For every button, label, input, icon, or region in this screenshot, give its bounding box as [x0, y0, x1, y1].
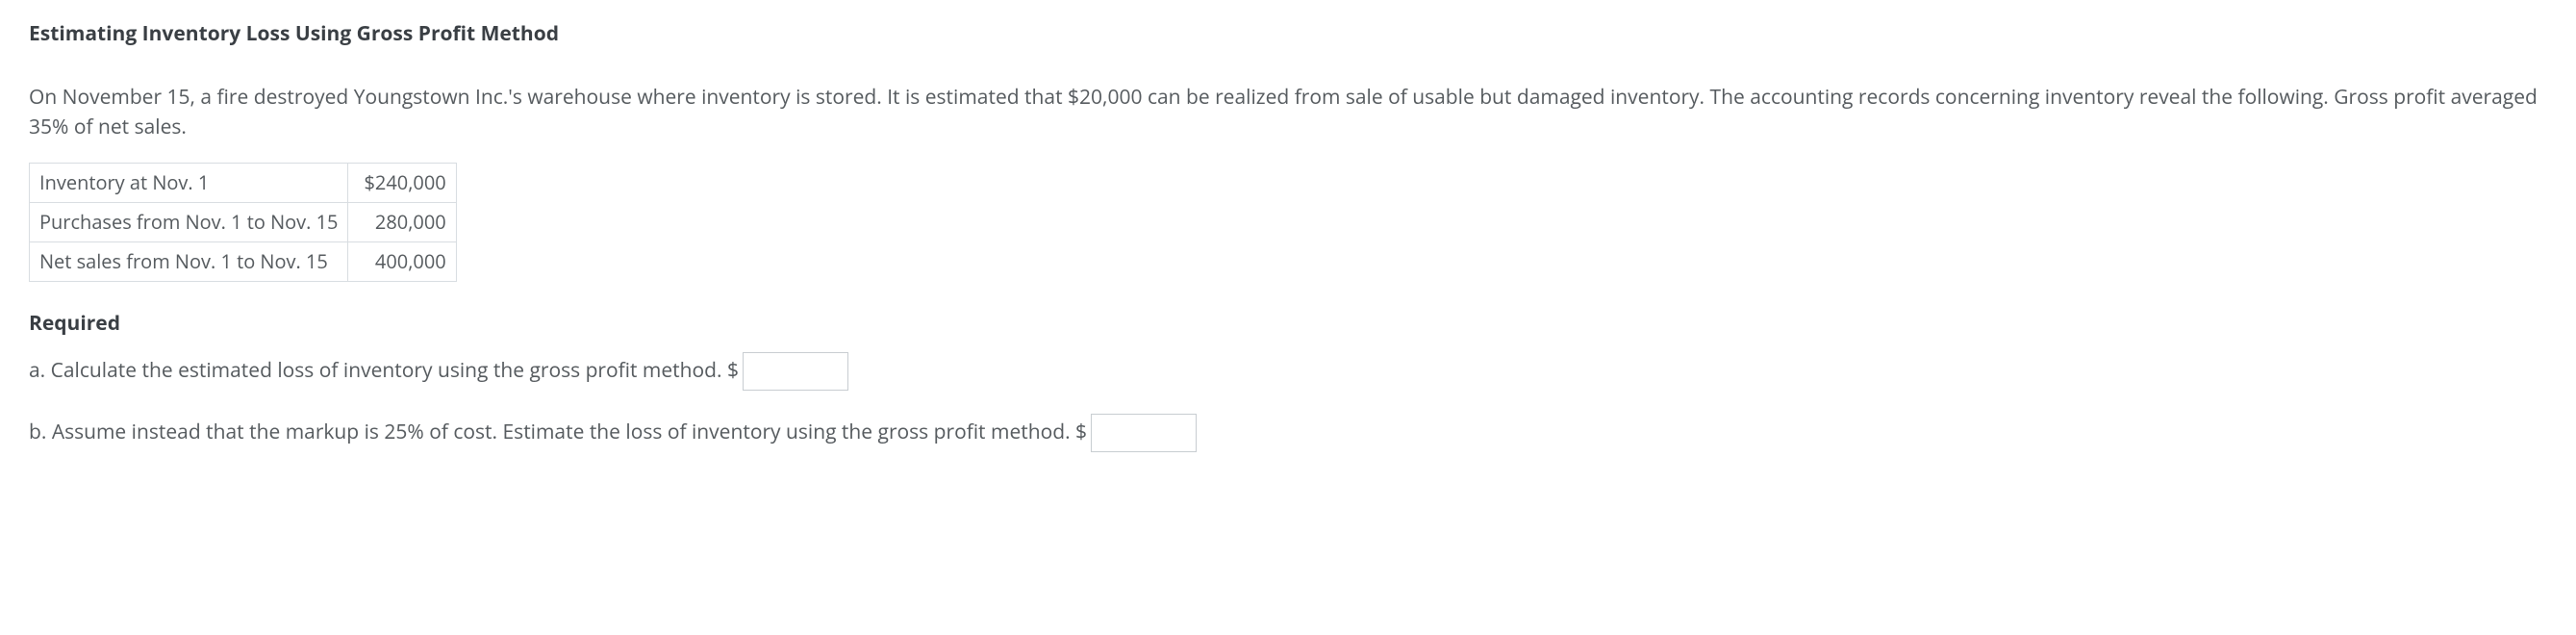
table-row: Purchases from Nov. 1 to Nov. 15 280,000 — [30, 202, 457, 241]
required-heading: Required — [29, 309, 2547, 340]
table-cell-label: Purchases from Nov. 1 to Nov. 15 — [30, 202, 348, 241]
data-table: Inventory at Nov. 1 $240,000 Purchases f… — [29, 163, 457, 282]
table-cell-label: Inventory at Nov. 1 — [30, 163, 348, 202]
table-cell-value: $240,000 — [348, 163, 456, 202]
question-b: b. Assume instead that the markup is 25%… — [29, 414, 2547, 452]
question-a-text: a. Calculate the estimated loss of inven… — [29, 356, 739, 387]
question-b-text: b. Assume instead that the markup is 25%… — [29, 418, 1087, 448]
answer-b-input[interactable] — [1091, 414, 1197, 452]
answer-a-input[interactable] — [743, 352, 848, 391]
table-cell-label: Net sales from Nov. 1 to Nov. 15 — [30, 241, 348, 281]
page-title: Estimating Inventory Loss Using Gross Pr… — [29, 19, 2547, 50]
question-a: a. Calculate the estimated loss of inven… — [29, 352, 2547, 391]
table-row: Inventory at Nov. 1 $240,000 — [30, 163, 457, 202]
table-row: Net sales from Nov. 1 to Nov. 15 400,000 — [30, 241, 457, 281]
table-cell-value: 400,000 — [348, 241, 456, 281]
problem-intro: On November 15, a fire destroyed Youngst… — [29, 83, 2547, 143]
table-cell-value: 280,000 — [348, 202, 456, 241]
